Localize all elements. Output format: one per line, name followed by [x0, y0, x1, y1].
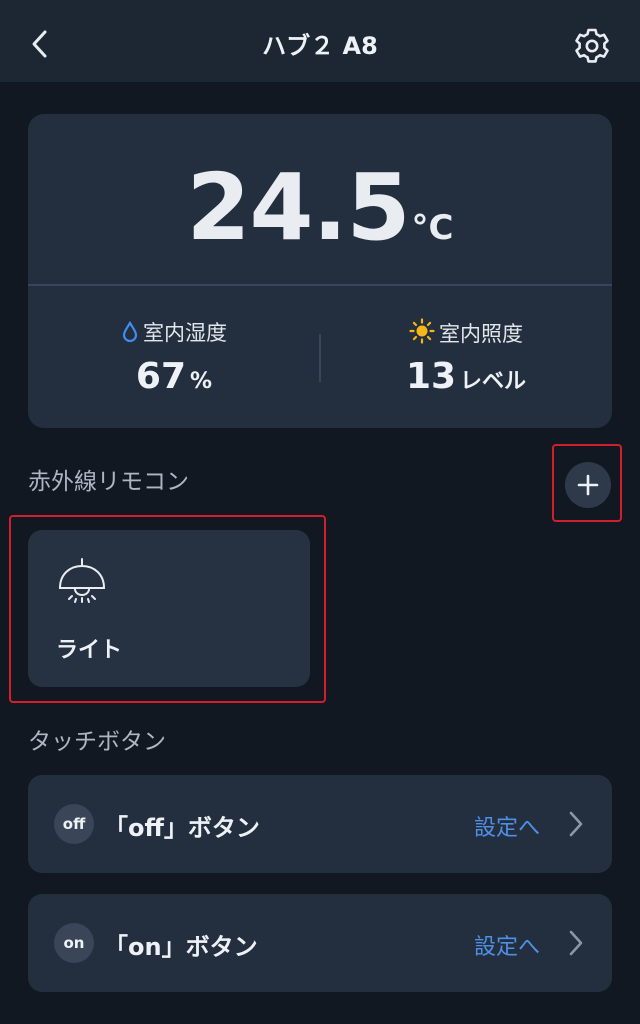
humidity-value: 67 [135, 356, 187, 397]
plus-icon [577, 474, 599, 496]
on-button-row[interactable]: on 「on」ボタン 設定へ [28, 894, 612, 992]
temperature-unit: °C [411, 208, 454, 248]
illuminance-unit: レベル [460, 369, 527, 394]
temperature-display: 24.5°C [28, 154, 612, 261]
water-drop-icon [122, 320, 138, 343]
ir-remote-section-title: 赤外線リモコン [28, 469, 189, 495]
add-remote-button[interactable] [565, 462, 611, 508]
gear-icon [575, 28, 609, 63]
light-remote-card[interactable]: ライト [28, 530, 310, 687]
light-remote-label: ライト [56, 638, 123, 663]
page-title: ハブ２ A8 [262, 32, 378, 60]
illuminance-label: 室内照度 [439, 322, 523, 346]
sensor-card: 24.5°C 室内湿度 67% 室内照度 13 レベル [28, 114, 612, 428]
top-bar: ハブ２ A8 [0, 0, 640, 82]
touch-buttons-section-title: タッチボタン [28, 729, 166, 755]
ceiling-lamp-icon [58, 558, 106, 603]
settings-button[interactable] [568, 22, 616, 70]
on-settings-link[interactable]: 設定へ [474, 929, 540, 961]
chevron-right-icon [569, 930, 583, 956]
humidity-stat: 室内湿度 67% [28, 318, 320, 397]
illuminance-stat: 室内照度 13 レベル [320, 318, 612, 397]
on-button-label: 「on」ボタン [104, 933, 258, 961]
illuminance-value: 13 [405, 356, 457, 397]
off-button-label: 「off」ボタン [104, 814, 260, 842]
chevron-right-icon [569, 811, 583, 837]
humidity-unit: % [190, 369, 213, 394]
humidity-label: 室内湿度 [143, 321, 227, 345]
off-button-row[interactable]: off 「off」ボタン 設定へ [28, 775, 612, 873]
temperature-value: 24.5 [186, 154, 411, 261]
divider [28, 284, 612, 286]
off-settings-link[interactable]: 設定へ [474, 810, 540, 842]
off-badge: off [54, 804, 94, 844]
sun-icon [409, 318, 435, 344]
on-badge: on [54, 923, 94, 963]
